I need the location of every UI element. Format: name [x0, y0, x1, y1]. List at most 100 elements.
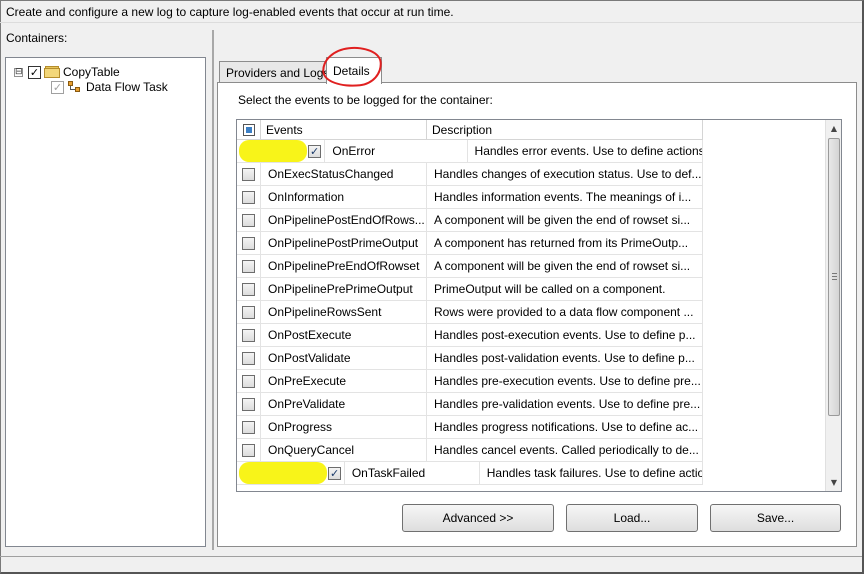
- tab-providers-and-logs[interactable]: Providers and Logs: [219, 61, 329, 83]
- table-row[interactable]: ✓ OnTaskFailed Handles task failures. Use …: [237, 462, 703, 485]
- event-checkbox[interactable]: [242, 213, 255, 227]
- event-checkbox-cell[interactable]: [237, 232, 261, 254]
- event-description: A component will be given the end of row…: [427, 209, 703, 231]
- checkbox-copytable[interactable]: ✓: [28, 65, 41, 79]
- event-description: Handles task failures. Use to define act…: [480, 462, 703, 484]
- scroll-up-icon[interactable]: ▲: [826, 120, 841, 137]
- table-row[interactable]: ✓ OnError Handles error events. Use to def…: [237, 140, 703, 163]
- event-description: Handles pre-execution events. Use to def…: [427, 370, 703, 392]
- table-row[interactable]: OnQueryCancel Handles cancel events. Call…: [237, 439, 703, 462]
- table-row[interactable]: OnPipelinePreEndOfRowset A component will…: [237, 255, 703, 278]
- event-name: OnInformation: [261, 186, 427, 208]
- table-row[interactable]: OnInformation Handles information events.…: [237, 186, 703, 209]
- event-checkbox-cell[interactable]: [237, 393, 261, 415]
- event-name: OnQueryCancel: [261, 439, 427, 461]
- event-name: OnPreValidate: [261, 393, 427, 415]
- table-row[interactable]: OnPreValidate Handles pre-validation even…: [237, 393, 703, 416]
- collapse-icon[interactable]: ⊟: [14, 67, 23, 77]
- event-checkbox-cell[interactable]: [237, 186, 261, 208]
- load-button[interactable]: Load...: [566, 504, 698, 532]
- highlight-marker: [239, 140, 307, 162]
- dialog-description: Create and configure a new log to captur…: [6, 5, 454, 19]
- event-checkbox-cell[interactable]: [237, 347, 261, 369]
- column-header-description[interactable]: Description: [427, 120, 703, 140]
- event-checkbox[interactable]: [242, 443, 255, 457]
- event-checkbox[interactable]: [242, 305, 255, 319]
- table-row[interactable]: OnPipelineRowsSent Rows were provided to …: [237, 301, 703, 324]
- event-name: OnPipelinePrePrimeOutput: [261, 278, 427, 300]
- grid-header: Events Description: [237, 120, 703, 140]
- tree-label-copytable: CopyTable: [63, 65, 120, 79]
- tree-node-copytable[interactable]: ⊟ ✓ CopyTable: [14, 64, 120, 80]
- event-checkbox[interactable]: [242, 282, 255, 296]
- checkbox-data-flow-task[interactable]: ✓: [51, 80, 64, 94]
- containers-label: Containers:: [6, 31, 68, 45]
- event-description: Handles error events. Use to define acti…: [468, 140, 703, 162]
- event-checkbox-cell[interactable]: [237, 209, 261, 231]
- select-all-header[interactable]: [237, 120, 261, 140]
- event-name: OnPipelinePreEndOfRowset: [261, 255, 427, 277]
- tree-node-data-flow-task[interactable]: ✓ Data Flow Task: [51, 79, 168, 95]
- event-name: OnPipelinePostPrimeOutput: [261, 232, 427, 254]
- divider: [0, 22, 862, 23]
- event-checkbox-cell[interactable]: [237, 278, 261, 300]
- event-description: A component has returned from its PrimeO…: [427, 232, 703, 254]
- event-checkbox[interactable]: [242, 374, 255, 388]
- table-row[interactable]: OnPipelinePostEndOfRows... A component wi…: [237, 209, 703, 232]
- event-checkbox-cell[interactable]: ✓: [305, 140, 326, 162]
- data-flow-icon: [67, 80, 83, 94]
- table-row[interactable]: OnPostExecute Handles post-execution even…: [237, 324, 703, 347]
- table-row[interactable]: OnPipelinePrePrimeOutput PrimeOutput will…: [237, 278, 703, 301]
- event-name: OnPostExecute: [261, 324, 427, 346]
- tab-details[interactable]: Details: [326, 57, 382, 84]
- scrollbar-thumb[interactable]: [828, 138, 840, 416]
- event-checkbox[interactable]: [242, 259, 255, 273]
- table-row[interactable]: OnProgress Handles progress notifications…: [237, 416, 703, 439]
- column-header-events[interactable]: Events: [261, 120, 427, 140]
- event-name: OnPipelinePostEndOfRows...: [261, 209, 427, 231]
- table-row[interactable]: OnPostValidate Handles post-validation ev…: [237, 347, 703, 370]
- event-checkbox-cell[interactable]: ✓: [325, 462, 345, 484]
- save-button[interactable]: Save...: [710, 504, 841, 532]
- tree-label-data-flow-task: Data Flow Task: [86, 80, 168, 94]
- event-description: A component will be given the end of row…: [427, 255, 703, 277]
- event-checkbox[interactable]: [242, 236, 255, 250]
- events-prompt: Select the events to be logged for the c…: [238, 93, 493, 107]
- table-row[interactable]: OnPreExecute Handles pre-execution events…: [237, 370, 703, 393]
- event-description: Handles information events. The meanings…: [427, 186, 703, 208]
- event-checkbox-cell[interactable]: [237, 416, 261, 438]
- event-description: Handles progress notifications. Use to d…: [427, 416, 703, 438]
- event-name: OnPreExecute: [261, 370, 427, 392]
- event-description: Handles post-validation events. Use to d…: [427, 347, 703, 369]
- event-description: Handles pre-validation events. Use to de…: [427, 393, 703, 415]
- event-checkbox-cell[interactable]: [237, 324, 261, 346]
- event-checkbox-cell[interactable]: [237, 439, 261, 461]
- event-description: Handles changes of execution status. Use…: [427, 163, 703, 185]
- event-checkbox[interactable]: [242, 351, 255, 365]
- advanced-button[interactable]: Advanced >>: [402, 504, 554, 532]
- event-name: OnPostValidate: [261, 347, 427, 369]
- highlight-marker: [239, 462, 328, 484]
- events-grid[interactable]: Events Description ✓ OnError Handles error…: [236, 119, 842, 492]
- event-checkbox-cell[interactable]: [237, 370, 261, 392]
- event-checkbox[interactable]: [242, 328, 255, 342]
- event-name: OnExecStatusChanged: [261, 163, 427, 185]
- event-checkbox-cell[interactable]: [237, 255, 261, 277]
- vertical-scrollbar[interactable]: ▲ ▼: [825, 120, 841, 491]
- event-checkbox[interactable]: [242, 397, 255, 411]
- panel-splitter[interactable]: [212, 30, 214, 550]
- table-row[interactable]: OnPipelinePostPrimeOutput A component has…: [237, 232, 703, 255]
- scroll-down-icon[interactable]: ▼: [826, 474, 841, 491]
- event-checkbox[interactable]: ✓: [308, 144, 322, 158]
- event-checkbox[interactable]: [242, 167, 255, 181]
- event-checkbox[interactable]: [242, 190, 255, 204]
- containers-tree[interactable]: ⊟ ✓ CopyTable ✓ Data Flow Task: [5, 57, 206, 547]
- event-checkbox-cell[interactable]: [237, 163, 261, 185]
- table-row[interactable]: OnExecStatusChanged Handles changes of ex…: [237, 163, 703, 186]
- event-checkbox[interactable]: ✓: [328, 466, 342, 480]
- event-description: PrimeOutput will be called on a componen…: [427, 278, 703, 300]
- event-checkbox-cell[interactable]: [237, 301, 261, 323]
- event-name: OnError: [325, 140, 468, 162]
- event-checkbox[interactable]: [242, 420, 255, 434]
- select-all-checkbox[interactable]: [242, 124, 255, 136]
